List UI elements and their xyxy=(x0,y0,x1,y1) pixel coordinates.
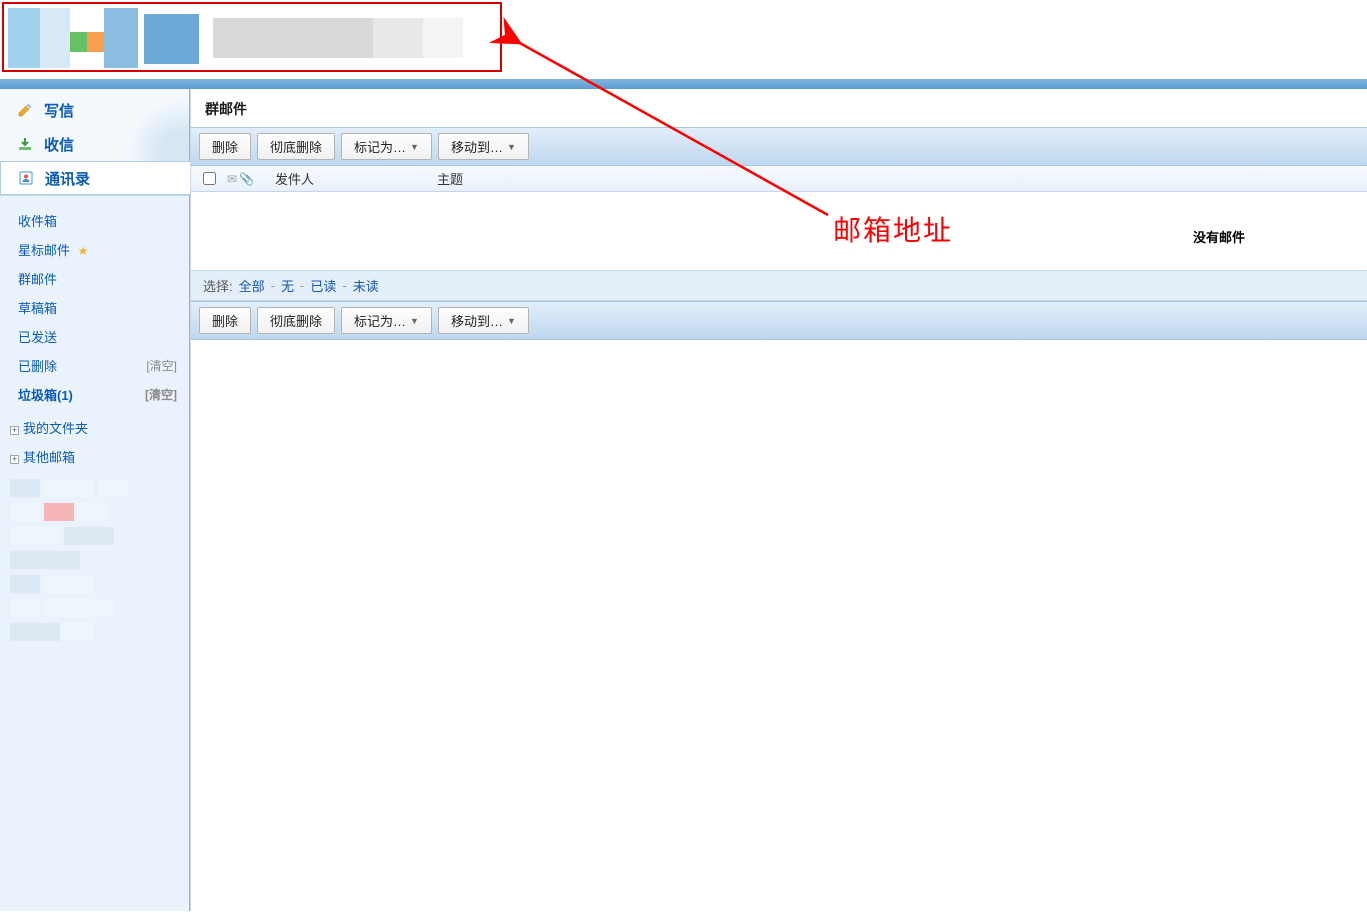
no-mail-text: 没有邮件 xyxy=(1193,227,1245,246)
folder-inbox[interactable]: 收件箱 xyxy=(0,206,189,235)
select-unread-link[interactable]: 未读 xyxy=(353,276,379,295)
move-to-button[interactable]: 移动到…▼ xyxy=(438,307,529,334)
star-icon: ★ xyxy=(78,244,89,258)
compose-button[interactable]: 写信 xyxy=(0,93,189,127)
toolbar-top: 删除 彻底删除 标记为…▼ 移动到…▼ xyxy=(191,127,1367,166)
select-all-checkbox[interactable] xyxy=(203,172,216,185)
contacts-button[interactable]: 通讯录 xyxy=(0,161,190,195)
folder-deleted-label: 已删除 xyxy=(18,356,57,375)
sidebar: 写信 收信 通讯录 收件箱 星标邮件 ★ xyxy=(0,89,190,911)
chevron-down-icon: ▼ xyxy=(507,142,516,152)
attachment-icon: 📎 xyxy=(239,172,254,186)
folder-starred-label: 星标邮件 xyxy=(18,243,70,258)
folder-drafts-label: 草稿箱 xyxy=(18,298,57,317)
main-content: 群邮件 删除 彻底删除 标记为…▼ 移动到…▼ ✉ 📎 发件人 主题 选择: 全… xyxy=(190,89,1367,911)
chevron-down-icon: ▼ xyxy=(507,316,516,326)
folder-spam-clear[interactable]: [清空] xyxy=(145,386,177,403)
toolbar-bottom: 删除 彻底删除 标记为…▼ 移动到…▼ xyxy=(191,301,1367,340)
delete-forever-button[interactable]: 彻底删除 xyxy=(257,307,335,334)
folder-group-label: 群邮件 xyxy=(18,269,57,288)
column-sender[interactable]: 发件人 xyxy=(271,169,431,188)
page-title: 群邮件 xyxy=(191,89,1367,127)
chevron-down-icon: ▼ xyxy=(410,142,419,152)
compose-label: 写信 xyxy=(44,100,74,121)
select-all-link[interactable]: 全部 xyxy=(239,276,265,295)
expand-icon: + xyxy=(10,455,19,464)
select-all-cell[interactable] xyxy=(191,172,227,185)
column-subject[interactable]: 主题 xyxy=(431,169,1367,188)
folder-spam-label: 垃圾箱(1) xyxy=(18,385,73,404)
sidebar-redacted xyxy=(0,471,189,655)
mark-as-button[interactable]: 标记为…▼ xyxy=(341,307,432,334)
sidebar-top-nav: 写信 收信 通讯录 xyxy=(0,89,189,196)
folder-list: 收件箱 星标邮件 ★ 群邮件 草稿箱 已发送 已删除 [清空] xyxy=(0,196,189,413)
select-label: 选择: xyxy=(203,276,233,295)
delete-forever-button[interactable]: 彻底删除 xyxy=(257,133,335,160)
chevron-down-icon: ▼ xyxy=(410,316,419,326)
message-list-empty xyxy=(191,192,1367,270)
folder-group[interactable]: 群邮件 xyxy=(0,264,189,293)
folder-sent[interactable]: 已发送 xyxy=(0,322,189,351)
mark-as-button[interactable]: 标记为…▼ xyxy=(341,133,432,160)
receive-label: 收信 xyxy=(44,134,74,155)
receive-button[interactable]: 收信 xyxy=(0,127,189,161)
folder-drafts[interactable]: 草稿箱 xyxy=(0,293,189,322)
folder-inbox-label: 收件箱 xyxy=(18,211,57,230)
header-redacted xyxy=(2,2,502,72)
folder-group-myfolders[interactable]: + 我的文件夹 xyxy=(0,413,189,442)
select-read-link[interactable]: 已读 xyxy=(310,276,336,295)
folder-starred[interactable]: 星标邮件 ★ xyxy=(0,235,189,264)
folder-group-othermail[interactable]: + 其他邮箱 xyxy=(0,442,189,471)
header-blue-band xyxy=(0,79,1367,89)
expand-icon: + xyxy=(10,426,19,435)
folder-deleted[interactable]: 已删除 [清空] xyxy=(0,351,189,380)
folder-sent-label: 已发送 xyxy=(18,327,57,346)
contacts-icon xyxy=(17,169,35,187)
column-icons: ✉ 📎 xyxy=(227,172,271,186)
contacts-label: 通讯录 xyxy=(45,168,90,189)
folder-spam[interactable]: 垃圾箱(1) [清空] xyxy=(0,380,189,409)
column-header: ✉ 📎 发件人 主题 xyxy=(191,166,1367,192)
folder-deleted-clear[interactable]: [清空] xyxy=(146,357,177,374)
myfolders-label: 我的文件夹 xyxy=(23,421,88,436)
move-to-button[interactable]: 移动到…▼ xyxy=(438,133,529,160)
othermail-label: 其他邮箱 xyxy=(23,450,75,465)
mail-icon: ✉ xyxy=(227,172,237,186)
select-none-link[interactable]: 无 xyxy=(281,276,294,295)
delete-button[interactable]: 删除 xyxy=(199,307,251,334)
receive-icon xyxy=(16,135,34,153)
compose-icon xyxy=(16,101,34,119)
select-bar: 选择: 全部- 无- 已读- 未读 xyxy=(191,270,1367,301)
delete-button[interactable]: 删除 xyxy=(199,133,251,160)
